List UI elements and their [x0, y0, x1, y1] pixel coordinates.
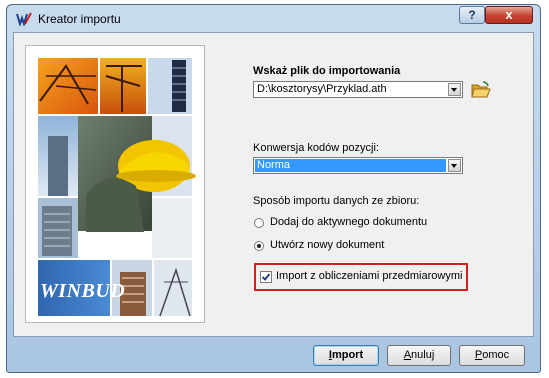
file-path-value: D:\kosztorysy\Przyklad.ath	[257, 83, 387, 95]
cancel-button-label: nuluj	[411, 349, 435, 361]
window-title: Kreator importu	[38, 12, 121, 26]
radio-add-to-active[interactable]	[254, 218, 264, 228]
import-calculations-checkbox[interactable]	[260, 271, 272, 283]
mode-label: Sposób importu danych ze zbioru:	[253, 195, 420, 207]
conversion-label: Konwersja kodów pozycji:	[253, 142, 379, 154]
winbud-illustration: WINBUD	[25, 45, 205, 323]
file-dropdown-arrow-icon[interactable]	[448, 83, 461, 96]
import-button[interactable]: Import	[313, 345, 379, 366]
conversion-combo[interactable]: Norma	[253, 157, 463, 174]
help-button-label: omoc	[482, 349, 510, 361]
conversion-value: Norma	[255, 159, 446, 172]
dialog-window: Kreator importu ? x WINBUD Wskaż plik do…	[6, 4, 541, 373]
import-button-label: mport	[331, 349, 364, 361]
open-folder-icon[interactable]	[471, 81, 491, 99]
conversion-dropdown-arrow-icon[interactable]	[448, 159, 461, 172]
cancel-button[interactable]: Anuluj	[387, 345, 451, 366]
app-logo-icon	[16, 12, 32, 26]
radio-add-to-active-label[interactable]: Dodaj do aktywnego dokumentu	[270, 216, 427, 228]
close-button[interactable]: x	[485, 6, 533, 24]
radio-create-new[interactable]	[254, 241, 264, 251]
file-path-combo[interactable]: D:\kosztorysy\Przyklad.ath	[253, 81, 463, 98]
help-title-button[interactable]: ?	[459, 6, 485, 24]
file-heading: Wskaż plik do importowania	[253, 65, 401, 77]
import-calculations-label[interactable]: Import z obliczeniami przedmiarowymi	[276, 270, 462, 282]
radio-create-new-label[interactable]: Utwórz nowy dokument	[270, 239, 384, 251]
checkmark-icon	[261, 273, 271, 281]
help-button[interactable]: Pomoc	[459, 345, 525, 366]
title-bar[interactable]: Kreator importu ? x	[7, 5, 540, 32]
button-bar: Import Anuluj Pomoc	[7, 337, 540, 372]
cancel-button-accel: A	[403, 349, 412, 361]
dialog-content: WINBUD Wskaż plik do importowania D:\kos…	[13, 32, 534, 337]
winbud-logo-text: WINBUD	[40, 280, 126, 302]
